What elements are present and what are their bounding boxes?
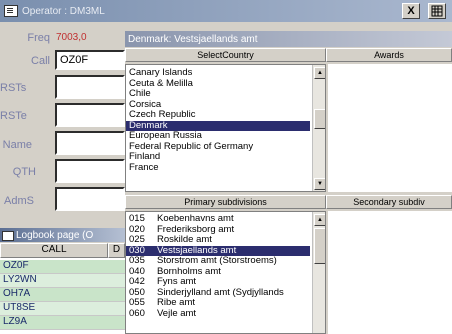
subdivision-list-scrollbar[interactable]: ▲ [312,212,325,333]
rste-label: RSTe [0,110,27,122]
rsts-input[interactable] [55,75,125,99]
subdivision-name: Vestsjaellands amt [157,244,237,256]
list-item[interactable]: Finland [126,151,310,163]
adms-input[interactable] [55,187,125,211]
list-item[interactable]: 060 Vejle amt [126,307,310,320]
subdivision-code: 055 [129,297,145,308]
close-button[interactable]: X [402,3,420,19]
app-icon [4,5,18,17]
logbook-col-d[interactable]: D [108,243,125,258]
rsts-label: RSTs [0,82,27,94]
subdivision-code: 035 [129,255,145,266]
selector-title: Denmark: Vestsjaellands amt [125,31,452,47]
subdivision-name: Sinderjylland amt (Sydjyllands [157,286,284,298]
awards-area [328,64,452,192]
table-row[interactable]: OH7A [0,288,125,302]
scroll-up-icon[interactable]: ▲ [314,67,325,79]
table-row[interactable]: UT8SE [0,302,125,316]
awards-header[interactable]: Awards [326,48,452,62]
logbook-title: Logbook page (O [16,229,94,241]
logbook-icon [2,231,14,241]
scroll-thumb[interactable] [314,228,325,264]
scroll-thumb[interactable] [314,109,325,129]
subdivision-code: 015 [129,213,145,224]
window-titlebar: Operator : DM3ML [0,0,452,22]
list-item[interactable]: France [126,162,310,174]
subdivision-name: Roskilde amt [157,234,212,245]
table-row[interactable]: LY2WN [0,274,125,288]
list-item[interactable]: 020 Frederiksborg amt [126,223,310,236]
list-item[interactable]: 050 Sinderjylland amt (Sydjyllands [126,286,310,299]
subdivision-name: Koebenhavns amt [157,213,234,224]
table-row[interactable]: OZ0F [0,260,125,274]
subdivision-code: 025 [129,234,145,245]
subdivision-list: 015 Koebenhavns amt 020 Frederiksborg amt 02… [125,211,326,334]
subdivision-name: Fyns amt [157,276,197,287]
scroll-down-icon[interactable]: ▼ [314,178,325,190]
freq-label: Freq [27,32,50,44]
subdivision-name: Ribe amt [157,297,196,308]
logbook-grid: CALL D OZ0F LY2WN OH7A UT8SE LZ9A [0,243,125,334]
secondary-subdivisions-header[interactable]: Secondary subdiv [326,195,452,209]
list-item[interactable]: European Russia [126,130,310,142]
country-list-scrollbar[interactable]: ▲ ▼ [312,65,325,191]
logbook-header: Logbook page (O [0,228,125,242]
list-item[interactable]: Ceuta & Melilla [126,78,310,90]
subdivision-name: Frederiksborg amt [157,223,235,235]
grid-icon[interactable] [428,3,446,19]
window-title: Operator : DM3ML [22,5,105,17]
freq-value: 7003,0 [56,32,87,43]
primary-subdivisions-header[interactable]: Primary subdivisions [125,195,326,209]
subdivision-name: Bornholms amt [157,265,221,277]
qth-input[interactable] [55,159,125,183]
list-item[interactable]: Czech Republic [126,109,310,121]
qth-label: QTH [12,166,36,178]
call-input[interactable]: OZ0F [55,50,125,70]
scroll-up-icon[interactable]: ▲ [314,214,325,226]
list-item[interactable]: Chile [126,88,310,100]
table-row[interactable]: LZ9A [0,316,125,330]
secondary-area [328,211,452,334]
name-input[interactable] [55,131,125,155]
subdivision-name: Vejle amt [157,307,197,319]
list-item[interactable]: Canary Islands [126,67,310,79]
subdivision-name: Storstrom amt (Storstroems) [157,255,277,266]
list-item[interactable]: 040 Bornholms amt [126,265,310,278]
adms-label: AdmS [4,195,34,207]
logbook-col-call[interactable]: CALL [0,243,108,258]
country-selector-panel: Denmark: Vestsjaellands amt SelectCountr… [125,31,452,334]
select-country-header[interactable]: SelectCountry [125,48,326,62]
name-label: Name [2,139,32,151]
rste-input[interactable] [55,103,125,127]
subdivision-code: 060 [129,307,145,319]
country-list: Canary Islands Ceuta & Melilla Chile Corsic… [125,64,326,192]
subdivision-code: 042 [129,276,145,287]
list-item[interactable]: 055 Ribe amt [126,297,310,309]
call-label: Call [31,55,50,67]
